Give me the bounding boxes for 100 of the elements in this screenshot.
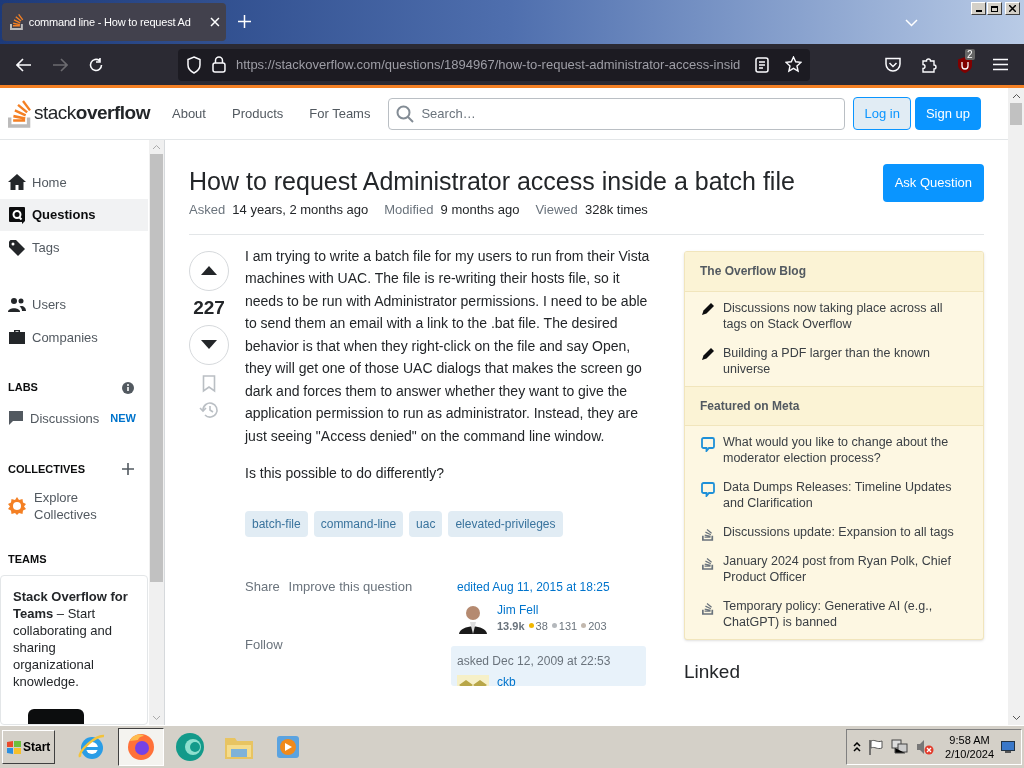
- reputation-score: 13.9k: [497, 618, 525, 634]
- new-label: NEW: [110, 411, 136, 427]
- badge-count: 131: [558, 618, 578, 634]
- search-field[interactable]: Search…: [388, 97, 846, 130]
- muted-speaker-icon[interactable]: [916, 739, 935, 755]
- scrollbar-thumb[interactable]: [150, 154, 163, 582]
- browser-tab[interactable]: command line - How to request Ad: [2, 3, 226, 41]
- address-bar[interactable]: https://stackoverflow.com/questions/1894967/how-to-request-administrator-access-insid: [178, 48, 810, 81]
- show-desktop-icon[interactable]: [1001, 741, 1015, 753]
- forward-icon[interactable]: [52, 57, 68, 72]
- sidebar-item[interactable]: Questions: [0, 198, 148, 232]
- widget-link[interactable]: Building a PDF larger than the known universe: [723, 344, 967, 378]
- question-stat: Asked 14 years, 2 months ago: [189, 201, 369, 219]
- briefcase-icon: [8, 329, 26, 346]
- question-tag[interactable]: uac: [409, 510, 443, 537]
- sidebar-item[interactable]: Discussions NEW: [0, 403, 148, 434]
- reader-view-icon[interactable]: [755, 56, 769, 73]
- post-action-link[interactable]: Improve this question: [288, 576, 413, 627]
- search-icon: [396, 104, 415, 123]
- widget-link[interactable]: Discussions update: Expansion to all tags: [723, 523, 954, 541]
- scroll-down-icon[interactable]: [1011, 715, 1021, 721]
- up-arrow-icon: [201, 266, 217, 275]
- url-text: https://stackoverflow.com/questions/1894967/how-to-request-administrator-access-insid: [235, 55, 742, 74]
- shield-icon[interactable]: [186, 55, 202, 74]
- close-icon[interactable]: [1009, 5, 1016, 12]
- stack-icon: [702, 600, 714, 615]
- new-tab-icon[interactable]: [238, 15, 251, 28]
- flag-icon[interactable]: [868, 739, 885, 755]
- question-tag[interactable]: elevated-privileges: [448, 510, 563, 537]
- sidebar-item[interactable]: Tags: [0, 231, 148, 265]
- plus-icon[interactable]: [122, 463, 134, 476]
- logo-icon[interactable]: [8, 99, 32, 128]
- stack-icon: [702, 526, 714, 541]
- scroll-up-icon[interactable]: [1011, 93, 1021, 99]
- question-body-text: I am trying to write a batch file for my users to run from their Vista machines with UAC. The file is re-writing their hosts file, so it needs to be run with Administrator permissions. I need to be able to send them an email with a link to the .bat file. The desired behavior is that when they right-click on the file and say Open, they will get one of those UAC dialogs that makes the screen go dark and forces them to answer whether they want to give the application permission to run as administrator. Instead, they are just seeing "Access denied" on the command line window.: [245, 246, 650, 446]
- tag-icon: [8, 238, 26, 257]
- page-scrollbar[interactable]: [1008, 88, 1024, 725]
- question-body-text: Is this possible to do differently?: [245, 464, 445, 483]
- reload-icon[interactable]: [88, 56, 104, 73]
- sidebar-item[interactable]: Home: [0, 166, 148, 199]
- widget-link[interactable]: Data Dumps Releases: Timeline Updates and Clarification: [723, 478, 967, 512]
- asked-time: asked Dec 12, 2009 at 22:53: [457, 652, 612, 670]
- pencil-icon: [702, 347, 714, 360]
- question-tag[interactable]: command-line: [313, 510, 404, 537]
- badge-count: 38: [535, 618, 548, 634]
- sidebar-scrollbar[interactable]: [149, 140, 164, 725]
- star-icon[interactable]: [785, 56, 802, 73]
- pocket-icon[interactable]: [885, 57, 901, 72]
- app-icon: [174, 731, 207, 763]
- down-arrow-icon: [201, 340, 217, 349]
- clock-date[interactable]: 2/10/2024: [945, 747, 994, 761]
- nav-link[interactable]: About: [160, 97, 218, 130]
- chat-icon: [701, 481, 715, 497]
- chevron-up-icon[interactable]: [853, 742, 862, 752]
- section-heading: TEAMS: [8, 551, 47, 567]
- post-action-link[interactable]: Share: [245, 576, 283, 627]
- post-action-link[interactable]: Follow: [245, 635, 283, 686]
- widget-link[interactable]: Temporary policy: Generative AI (e.g., ChatGPT) is banned: [723, 597, 967, 631]
- minimize-button[interactable]: [971, 2, 986, 15]
- puzzle-icon[interactable]: [921, 56, 937, 73]
- question-title[interactable]: How to request Administrator access inside a batch file: [189, 164, 795, 198]
- pencil-icon: [702, 302, 714, 315]
- question-icon: [8, 206, 26, 225]
- extension-badge: 2: [965, 48, 975, 60]
- lock-icon[interactable]: [211, 56, 226, 73]
- widget-link[interactable]: Discussions now taking place across all tags on Stack Overflow: [723, 299, 967, 333]
- clock-time[interactable]: 9:58 AM: [949, 733, 990, 747]
- user-name[interactable]: Jim Fell: [497, 601, 607, 618]
- teams-promo-text: Stack Overflow for Teams – Start collaborating and sharing organizational knowledge.: [13, 587, 129, 690]
- home-icon: [8, 174, 26, 191]
- start-button[interactable]: Start: [2, 730, 56, 764]
- network-icon[interactable]: [891, 739, 910, 755]
- sidebar-item[interactable]: Companies: [0, 320, 148, 354]
- menu-icon[interactable]: [993, 58, 1008, 71]
- question-stat: Viewed 328k times: [535, 201, 648, 219]
- restore-button[interactable]: [987, 2, 1002, 15]
- logo-text[interactable]: stackoverflow: [34, 99, 150, 128]
- windows-logo-icon: [7, 740, 21, 754]
- question-stat: Modified 9 months ago: [384, 201, 520, 219]
- section-heading: LABS: [8, 380, 38, 396]
- nav-link[interactable]: For Teams: [297, 97, 383, 130]
- taskbar-app-button[interactable]: [118, 728, 165, 766]
- badge-count: 203: [588, 618, 607, 634]
- section-heading: COLLECTIVES: [8, 461, 85, 477]
- widget-title: Featured on Meta: [700, 397, 800, 415]
- user-name[interactable]: ckb: [497, 674, 516, 686]
- question-tag[interactable]: batch-file: [245, 510, 308, 537]
- widget-link[interactable]: What would you like to change about the moderator election process?: [723, 433, 967, 467]
- sidebar-item[interactable]: Explore Collectives: [0, 487, 148, 526]
- close-button[interactable]: [1005, 2, 1020, 15]
- badge-icon: [8, 497, 26, 516]
- edited-time[interactable]: edited Aug 11, 2015 at 18:25: [457, 577, 640, 596]
- nav-link[interactable]: Products: [219, 97, 296, 130]
- chat-icon: [701, 436, 715, 452]
- scrollbar-thumb[interactable]: [1010, 103, 1022, 125]
- sidebar-item[interactable]: Users: [0, 288, 148, 321]
- widget-link[interactable]: January 2024 post from Ryan Polk, Chief Product Officer: [723, 552, 967, 586]
- stack-icon: [10, 14, 24, 30]
- info-icon[interactable]: [122, 381, 134, 394]
- back-icon[interactable]: [16, 57, 32, 72]
